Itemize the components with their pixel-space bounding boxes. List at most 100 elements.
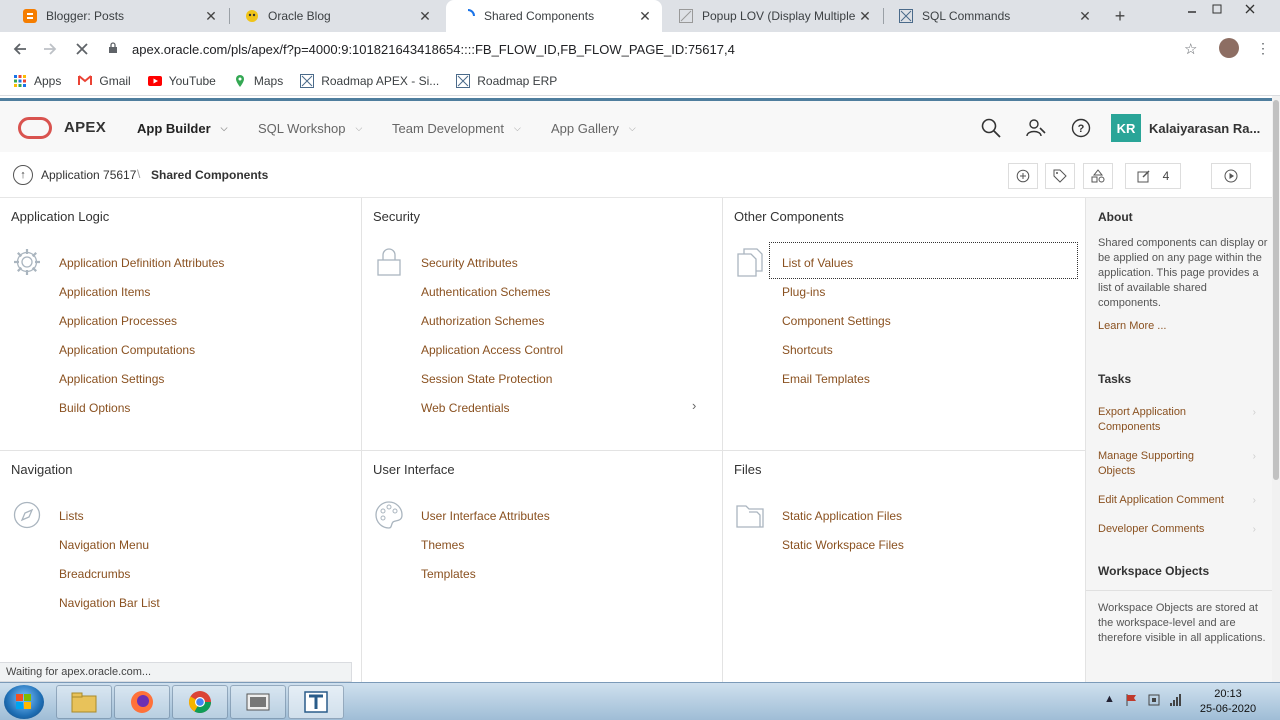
tab-blogger-posts[interactable]: Blogger: Posts ✕ <box>8 0 228 32</box>
chevron-right-icon[interactable]: › <box>692 398 696 413</box>
apex-logo-text[interactable]: APEX <box>64 119 106 136</box>
apps-grid-icon <box>12 73 28 89</box>
scrollbar-thumb[interactable] <box>1273 100 1279 480</box>
close-icon[interactable]: ✕ <box>418 8 432 25</box>
link-component-settings[interactable]: Component Settings <box>782 313 891 342</box>
bookmark-gmail[interactable]: Gmail <box>77 73 131 89</box>
focus-outline <box>769 242 1078 279</box>
bookmark-roadmap-erp[interactable]: Roadmap ERP <box>455 73 557 89</box>
chevron-right-icon: › <box>1252 407 1256 418</box>
chevron-down-icon: ⌵ <box>220 123 228 133</box>
bookmark-star-icon[interactable]: ☆ <box>1184 40 1197 58</box>
link-security-attributes[interactable]: Security Attributes <box>421 255 563 284</box>
menu-app-builder[interactable]: App Builder ⌵ <box>137 121 228 136</box>
chrome-icon[interactable] <box>172 685 228 719</box>
tab-sql-commands[interactable]: SQL Commands ✕ <box>884 0 1102 32</box>
close-icon[interactable]: ✕ <box>638 8 652 25</box>
stop-loading-icon[interactable] <box>71 39 93 59</box>
task-manage-supporting-objects[interactable]: Manage Supporting Objects <box>1098 449 1208 479</box>
blogger-icon <box>22 8 38 24</box>
menu-team-development[interactable]: Team Development ⌵ <box>392 121 521 136</box>
file-explorer-icon[interactable] <box>56 685 112 719</box>
firefox-icon[interactable] <box>114 685 170 719</box>
task-export-application-components[interactable]: Export Application Components <box>1098 405 1208 435</box>
link-build-options[interactable]: Build Options <box>59 400 224 429</box>
admin-user-icon[interactable] <box>1025 117 1047 139</box>
link-email-templates[interactable]: Email Templates <box>782 371 891 400</box>
tray-device-icon[interactable] <box>1147 693 1161 710</box>
link-static-application-files[interactable]: Static Application Files <box>782 508 904 537</box>
close-window-button[interactable] <box>1236 2 1264 16</box>
link-themes[interactable]: Themes <box>421 537 550 566</box>
new-tab-button[interactable]: + <box>1110 6 1130 26</box>
comment-button[interactable] <box>1008 163 1038 189</box>
browser-menu-icon[interactable]: ⋮ <box>1256 40 1270 57</box>
link-application-computations[interactable]: Application Computations <box>59 342 224 371</box>
link-application-processes[interactable]: Application Processes <box>59 313 224 342</box>
tag-button[interactable] <box>1045 163 1075 189</box>
youtube-icon <box>147 73 163 89</box>
edit-page-button[interactable]: 4 <box>1125 163 1181 189</box>
section-title: Files <box>734 462 762 477</box>
run-button[interactable] <box>1211 163 1251 189</box>
tray-expand-icon[interactable]: ▲ <box>1104 693 1115 705</box>
active-app-icon[interactable] <box>288 685 344 719</box>
link-authorization-schemes[interactable]: Authorization Schemes <box>421 313 563 342</box>
bookmark-apps[interactable]: Apps <box>12 73 61 89</box>
learn-more-link[interactable]: Learn More ... <box>1098 319 1258 334</box>
bookmark-roadmap-apex[interactable]: Roadmap APEX - Si... <box>299 73 439 89</box>
arrow-up-icon[interactable]: ↑ <box>13 165 33 185</box>
link-application-definition-attributes[interactable]: Application Definition Attributes <box>59 255 224 284</box>
tab-shared-components[interactable]: Shared Components ✕ <box>446 0 662 32</box>
bookmark-maps[interactable]: Maps <box>232 73 283 89</box>
gear-icon <box>12 247 42 277</box>
link-plug-ins[interactable]: Plug-ins <box>782 284 891 313</box>
link-shortcuts[interactable]: Shortcuts <box>782 342 891 371</box>
close-icon[interactable]: ✕ <box>204 8 218 25</box>
tray-network-icon[interactable] <box>1169 693 1183 710</box>
task-edit-application-comment[interactable]: Edit Application Comment <box>1098 493 1258 508</box>
shared-components-button[interactable] <box>1083 163 1113 189</box>
close-icon[interactable]: ✕ <box>1078 8 1092 25</box>
link-web-credentials[interactable]: Web Credentials <box>421 400 563 429</box>
bookmark-label: Roadmap APEX - Si... <box>321 73 440 88</box>
profile-avatar[interactable] <box>1219 38 1239 58</box>
link-user-interface-attributes[interactable]: User Interface Attributes <box>421 508 550 537</box>
user-avatar[interactable]: KR <box>1111 114 1141 142</box>
task-developer-comments[interactable]: Developer Comments <box>1098 522 1258 537</box>
minimize-button[interactable] <box>1183 2 1201 16</box>
tab-popup-lov[interactable]: Popup LOV (Display Multiple Co ✕ <box>664 0 882 32</box>
link-session-state-protection[interactable]: Session State Protection <box>421 371 563 400</box>
back-icon[interactable] <box>9 39 31 59</box>
search-icon[interactable] <box>980 117 1002 139</box>
menu-app-gallery[interactable]: App Gallery ⌵ <box>551 121 636 136</box>
menu-label: App Builder <box>137 121 211 136</box>
link-application-items[interactable]: Application Items <box>59 284 224 313</box>
help-icon[interactable]: ? <box>1070 117 1092 139</box>
bookmark-youtube[interactable]: YouTube <box>147 73 216 89</box>
link-templates[interactable]: Templates <box>421 566 550 595</box>
link-application-settings[interactable]: Application Settings <box>59 371 224 400</box>
start-button[interactable] <box>4 685 44 719</box>
link-lists[interactable]: Lists <box>59 508 160 537</box>
link-application-access-control[interactable]: Application Access Control <box>421 342 563 371</box>
breadcrumb-application[interactable]: Application 75617 <box>41 168 136 182</box>
oracle-logo-icon[interactable] <box>18 117 52 139</box>
user-name[interactable]: Kalaiyarasan Ra... <box>1149 121 1260 136</box>
link-breadcrumbs[interactable]: Breadcrumbs <box>59 566 160 595</box>
tab-oracle-blog[interactable]: Oracle Blog ✕ <box>230 0 442 32</box>
forward-icon[interactable] <box>39 39 61 59</box>
menu-sql-workshop[interactable]: SQL Workshop ⌵ <box>258 121 362 136</box>
chevron-down-icon: ⌵ <box>514 123 521 133</box>
page-title: Shared Components <box>151 168 269 182</box>
link-navigation-menu[interactable]: Navigation Menu <box>59 537 160 566</box>
link-authentication-schemes[interactable]: Authentication Schemes <box>421 284 563 313</box>
tray-flag-icon[interactable] <box>1125 693 1139 710</box>
link-navigation-bar-list[interactable]: Navigation Bar List <box>59 595 160 624</box>
maximize-button[interactable] <box>1208 2 1226 16</box>
media-app-icon[interactable] <box>230 685 286 719</box>
link-static-workspace-files[interactable]: Static Workspace Files <box>782 537 904 566</box>
close-icon[interactable]: ✕ <box>858 8 872 25</box>
url-field[interactable]: apex.oracle.com/pls/apex/f?p=4000:9:1018… <box>108 36 1208 62</box>
system-clock[interactable]: 20:13 25-06-2020 <box>1196 687 1260 717</box>
